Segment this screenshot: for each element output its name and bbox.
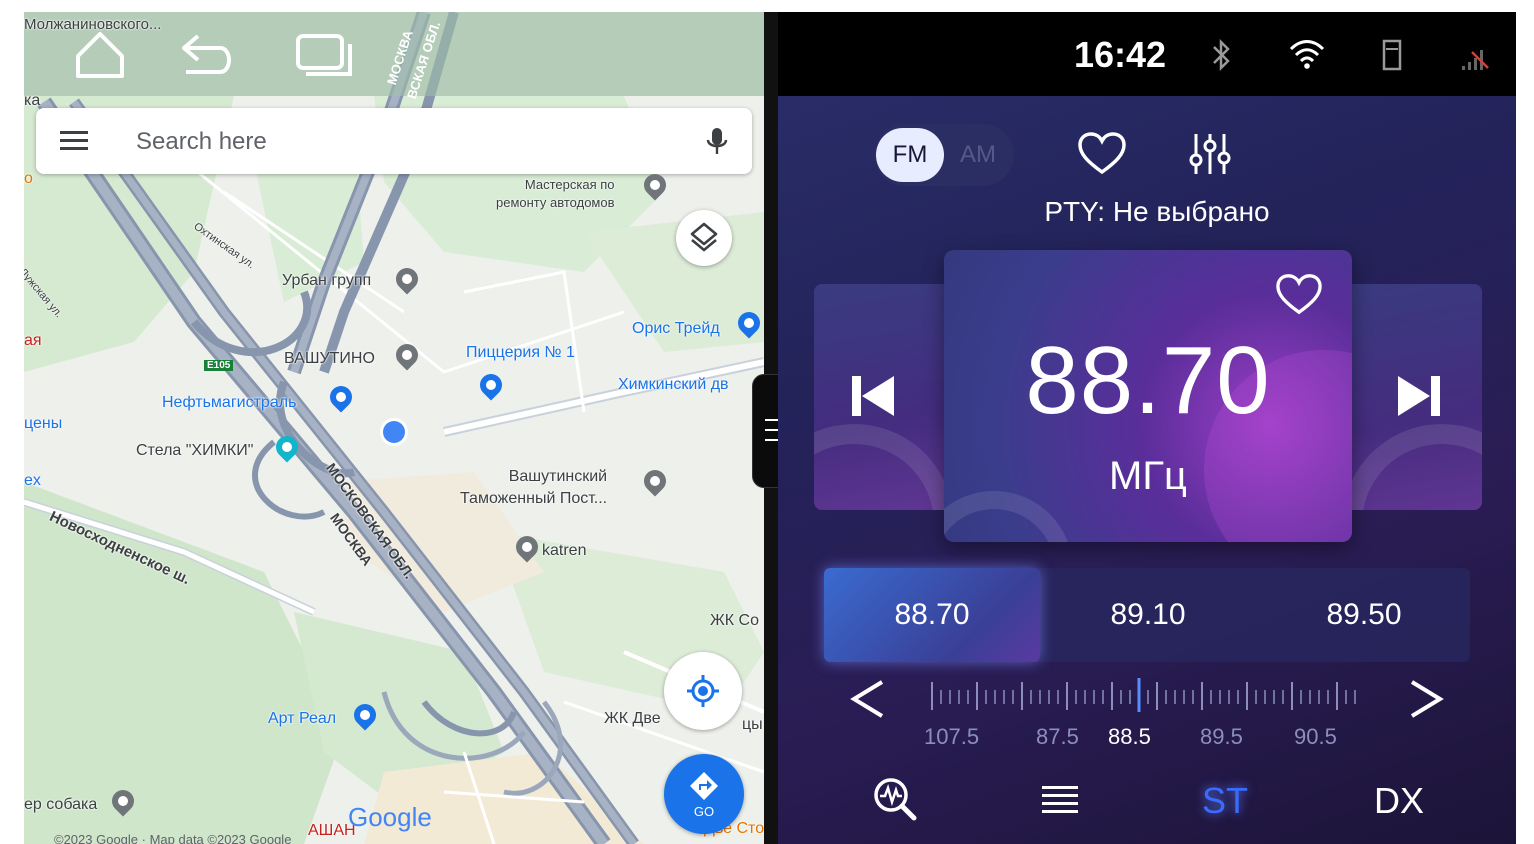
pty-status: PTY: Не выбрано [1044,196,1270,227]
mic-icon[interactable] [704,126,730,156]
wifi-icon [1289,40,1325,69]
back-icon[interactable] [176,28,236,80]
scale-label-current: 88.5 [1108,724,1151,749]
my-location-icon [687,675,719,707]
preset-1[interactable]: 88.70 [824,568,1040,662]
layers-button[interactable] [676,210,732,266]
map-pane[interactable]: Молжаниновского... МОСКВА ВСКАЯ ОБЛ. ка … [24,12,764,844]
map-label-zhk-dve: ЖК Две [604,710,661,727]
go-label: GO [693,804,715,819]
map-label-zhk-co: ЖК Со [710,612,759,629]
grip-line [765,439,779,441]
map-label-ka: ка [24,92,41,109]
tune-up-button[interactable] [1402,674,1450,724]
search-input[interactable]: Search here [136,128,267,156]
preset-2[interactable]: 89.10 [1040,568,1256,662]
recents-icon[interactable] [294,28,354,80]
map-label-tseny: цены [24,415,63,432]
stereo-toggle[interactable]: ST [1202,780,1248,822]
map-label-o: о [24,170,33,187]
band-fm-button[interactable]: FM [876,128,944,182]
google-logo: Google [348,802,432,832]
clock: 16:42 [1074,34,1167,75]
road-label-e105: E105 [204,360,234,371]
current-frequency: 88.70 [1025,327,1271,434]
map-label-neftemagistral[interactable]: Нефтьмагистраль [162,394,296,412]
grip-line [765,429,779,431]
map-label-urban[interactable]: Урбан групп [282,272,371,290]
map-label-stela[interactable]: Стела "ХИМКИ" [136,442,253,460]
signal-icon [1462,50,1489,70]
sd-card-icon [1382,39,1402,71]
map-label-ya: ая [24,332,42,349]
scale-label-1: 107.5 [924,724,980,749]
map-label-khimki-dv[interactable]: Химкинский дв [618,376,729,394]
map-copyright: ©2023 Google · Map data ©2023 Google [54,832,292,844]
tune-down-button[interactable] [844,674,892,724]
band-toggle[interactable]: FM AM [874,124,1014,186]
current-station-card[interactable]: 88.70 МГц [944,250,1352,542]
status-bar: 16:42 [778,12,1516,96]
radio-pane: 16:42 FM AM PTY: Не выбрано 88.70 МГц 88… [778,12,1516,844]
map-label-master-shop[interactable]: Мастерская по ремонту автодомов [496,176,615,212]
grip-line [765,419,779,421]
go-button[interactable]: GO [664,754,744,834]
band-am-button[interactable]: AM [944,128,1012,182]
home-icon[interactable] [70,28,130,80]
map-label-customs[interactable]: Вашутинский Таможенный Пост... [460,466,607,510]
favorites-icon[interactable] [1076,130,1128,178]
my-location-button[interactable] [664,652,742,730]
tuner-scale[interactable] [928,676,1368,716]
dx-toggle[interactable]: DX [1374,780,1424,822]
menu-icon[interactable] [60,130,88,152]
scale-label-4: 89.5 [1200,724,1243,749]
map-label-oris[interactable]: Орис Трейд [632,320,720,338]
directions-icon [690,772,718,800]
map-label-vashutino: ВАШУТИНО [284,350,375,367]
card-favorite-icon[interactable] [1274,272,1324,318]
scan-search-icon[interactable] [870,774,920,824]
map-label-zhk-dve-2: цы [742,716,763,733]
layers-icon [690,222,718,252]
bluetooth-icon [1213,38,1230,72]
station-list-icon[interactable] [1040,774,1080,824]
scale-label-5: 90.5 [1294,724,1337,749]
map-label-ex: ex [24,472,41,489]
skip-next-button[interactable] [1396,372,1442,420]
preset-3[interactable]: 89.50 [1256,568,1472,662]
frequency-unit: МГц [1109,454,1187,498]
map-label-art-real[interactable]: Арт Реал [268,710,336,728]
map-label-pizzeria[interactable]: Пиццерия № 1 [466,344,575,362]
equalizer-icon[interactable] [1188,130,1232,178]
map-label-sobaka[interactable]: ер собака [24,796,97,814]
scale-label-2: 87.5 [1036,724,1079,749]
search-bar[interactable]: Search here [36,108,752,174]
skip-previous-button[interactable] [850,372,896,420]
map-label-katren[interactable]: katren [542,542,586,560]
preset-list: 88.70 89.10 89.50 [824,568,1470,662]
